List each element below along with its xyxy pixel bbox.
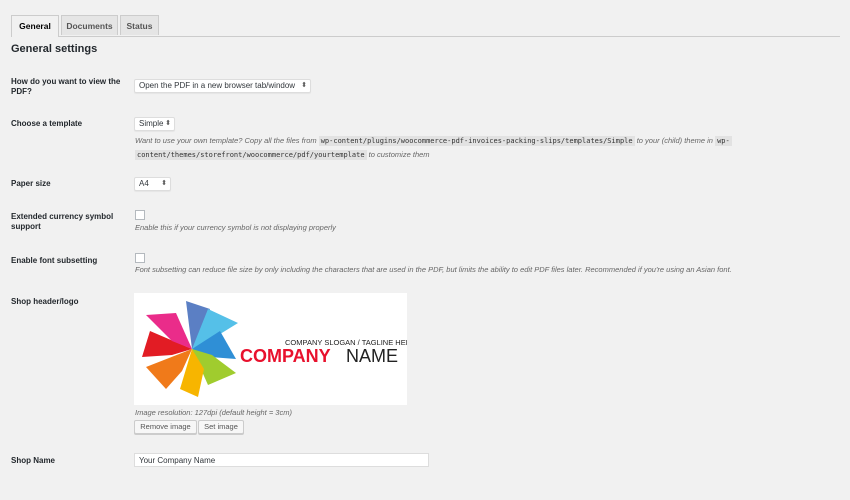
tab-general[interactable]: General: [11, 15, 59, 37]
template-target-path: content/themes/storefront/woocommerce/pd…: [135, 150, 367, 160]
image-resolution: Image resolution: 127dpi (default height…: [135, 408, 292, 417]
page-title: General settings: [11, 43, 98, 55]
tab-documents[interactable]: Documents: [61, 15, 118, 35]
select-arrows-icon: ⬍: [165, 120, 171, 127]
remove-image-button[interactable]: Remove image: [134, 420, 197, 434]
paper-size-select[interactable]: A4 ⬍: [134, 177, 171, 191]
template-source-path: wp-content/plugins/woocommerce-pdf-invoi…: [318, 136, 635, 146]
view-pdf-select[interactable]: Open the PDF in a new browser tab/window…: [134, 79, 311, 93]
shop-name-label: Shop Name: [11, 456, 56, 465]
select-arrows-icon: ⬍: [161, 180, 167, 187]
logo-name-text: NAME: [346, 346, 398, 366]
currency-label: Extended currency symbol support: [11, 212, 114, 231]
view-pdf-value: Open the PDF in a new browser tab/window: [139, 81, 296, 90]
logo-label: Shop header/logo: [11, 297, 79, 306]
template-desc-text: to your (child) theme in: [636, 136, 713, 145]
paper-size-value: A4: [139, 179, 149, 188]
template-description: Want to use your own template? Copy all …: [135, 134, 795, 162]
font-subset-label: Enable font subsetting: [11, 256, 98, 265]
shop-name-input[interactable]: [134, 453, 429, 467]
logo-company-text: COMPANY: [240, 346, 331, 366]
tab-status[interactable]: Status: [120, 15, 159, 35]
template-target-path: wp-: [715, 136, 732, 146]
logo-image: COMPANY SLOGAN / TAGLINE HERE COMPANY NA…: [134, 293, 416, 405]
select-arrows-icon: ⬍: [301, 82, 307, 89]
font-subset-description: Font subsetting can reduce file size by …: [135, 265, 732, 274]
pinwheel-logo-icon: COMPANY SLOGAN / TAGLINE HERE COMPANY NA…: [142, 301, 416, 397]
currency-description: Enable this if your currency symbol is n…: [135, 223, 336, 232]
currency-checkbox[interactable]: [135, 210, 145, 220]
template-select[interactable]: Simple ⬍: [134, 117, 175, 131]
template-label: Choose a template: [11, 119, 83, 128]
set-image-button[interactable]: Set image: [198, 420, 244, 434]
template-desc-text: to customize them: [368, 150, 430, 159]
view-pdf-label: How do you want to view the PDF?: [11, 77, 121, 96]
paper-size-label: Paper size: [11, 179, 51, 188]
font-subset-checkbox[interactable]: [135, 253, 145, 263]
settings-tabs: General Documents Status: [11, 15, 840, 37]
template-value: Simple: [139, 119, 164, 128]
template-desc-text: Want to use your own template? Copy all …: [135, 136, 317, 145]
